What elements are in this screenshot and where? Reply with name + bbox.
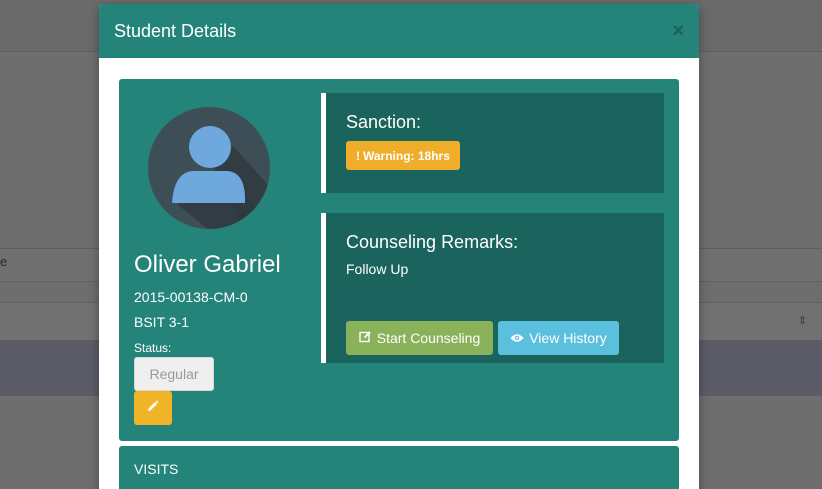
view-history-label: View History <box>529 330 607 346</box>
sort-icon: ⇕ <box>798 315 808 327</box>
warning-text: Warning: 18hrs <box>363 148 450 163</box>
profile-card: Oliver Gabriel 2015-00138-CM-0 BSIT 3-1 … <box>119 79 679 441</box>
warning-badge: ! Warning: 18hrs <box>346 141 460 170</box>
remarks-text: Follow Up <box>346 261 409 277</box>
eye-icon <box>510 330 524 346</box>
sanction-panel: Sanction: ! Warning: 18hrs <box>321 93 664 193</box>
student-id: 2015-00138-CM-0 <box>134 289 248 305</box>
background-text: e <box>0 254 8 269</box>
counseling-remarks-panel: Counseling Remarks: Follow Up Start Coun… <box>321 213 664 363</box>
student-details-modal: Student Details × Oliver Gabriel 2015-00… <box>99 4 699 489</box>
view-history-button[interactable]: View History <box>498 321 619 355</box>
modal-title: Student Details <box>114 20 237 41</box>
sanction-title: Sanction: <box>346 112 422 132</box>
remarks-title: Counseling Remarks: <box>346 232 519 252</box>
user-avatar-icon <box>148 107 270 229</box>
student-name: Oliver Gabriel <box>134 251 281 278</box>
modal-header: Student Details × <box>99 4 699 58</box>
visits-title: VISITS <box>134 461 179 477</box>
edit-status-button[interactable] <box>134 391 172 425</box>
start-counseling-label: Start Counseling <box>376 330 481 346</box>
modal-body: Oliver Gabriel 2015-00138-CM-0 BSIT 3-1 … <box>99 58 699 441</box>
pencil-icon <box>147 399 159 417</box>
student-course: BSIT 3-1 <box>134 314 189 330</box>
start-counseling-button[interactable]: Start Counseling <box>346 321 493 355</box>
status-value-button[interactable]: Regular <box>134 357 214 391</box>
status-label: Status: <box>134 341 172 355</box>
status-value: Regular <box>149 366 199 382</box>
exclamation-icon: ! <box>356 148 360 163</box>
visits-card: VISITS <box>119 446 679 489</box>
close-icon[interactable]: × <box>672 21 684 41</box>
edit-square-icon <box>359 330 372 346</box>
